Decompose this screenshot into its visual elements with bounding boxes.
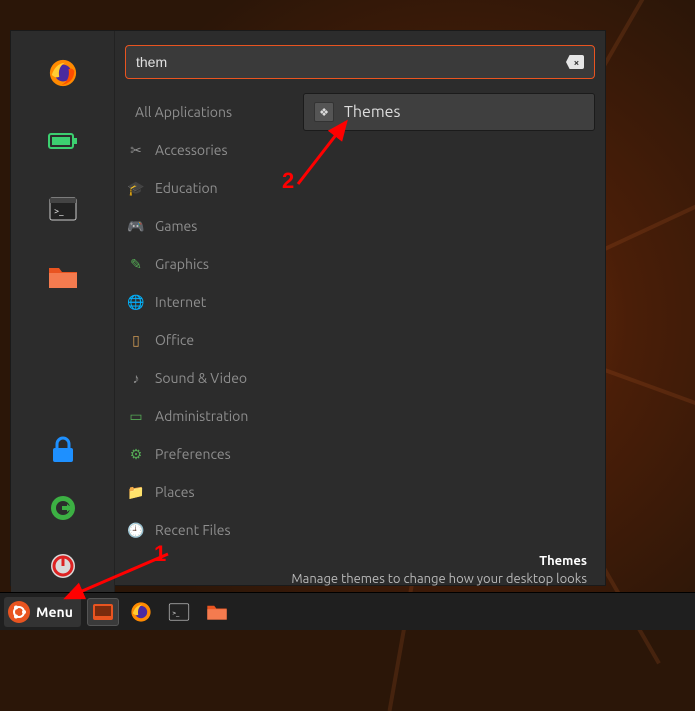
- category-label: Administration: [155, 408, 248, 424]
- taskbar: Menu >_: [0, 592, 695, 630]
- brush-icon: ✎: [127, 255, 145, 273]
- gamepad-icon: 🎮: [127, 217, 145, 235]
- search-input-wrapper[interactable]: ×: [125, 45, 595, 79]
- annotation-number-1: 1: [154, 541, 166, 567]
- category-education[interactable]: 🎓 Education: [125, 169, 293, 207]
- ubuntu-logo-icon: [8, 601, 30, 623]
- category-label: Accessories: [155, 142, 228, 158]
- category-accessories[interactable]: ✂ Accessories: [125, 131, 293, 169]
- favorite-battery[interactable]: [41, 119, 85, 163]
- category-label: Games: [155, 218, 197, 234]
- education-icon: 🎓: [127, 179, 145, 197]
- category-label: Office: [155, 332, 194, 348]
- places-folder-icon: 📁: [127, 483, 145, 501]
- clear-search-button[interactable]: ×: [566, 55, 584, 69]
- folder-icon: [48, 264, 78, 290]
- result-themes[interactable]: ❖ Themes: [303, 93, 595, 131]
- result-label: Themes: [344, 103, 400, 121]
- favorite-files[interactable]: [41, 255, 85, 299]
- document-icon: ▯: [127, 331, 145, 349]
- category-label: Education: [155, 180, 218, 196]
- preferences-icon: ⚙: [127, 445, 145, 463]
- taskbar-firefox[interactable]: [125, 598, 157, 626]
- admin-icon: ▭: [127, 407, 145, 425]
- result-description: Themes Manage themes to change how your …: [125, 549, 595, 594]
- category-sound-video[interactable]: ♪ Sound & Video: [125, 359, 293, 397]
- taskbar-files[interactable]: [201, 598, 233, 626]
- menu-button[interactable]: Menu: [4, 597, 81, 627]
- firefox-icon: [48, 58, 78, 88]
- scissors-icon: ✂: [127, 141, 145, 159]
- category-administration[interactable]: ▭ Administration: [125, 397, 293, 435]
- power-icon: [49, 552, 77, 580]
- terminal-icon: >_: [168, 603, 190, 621]
- battery-icon: [48, 132, 78, 150]
- category-label: Graphics: [155, 256, 209, 272]
- music-note-icon: ♪: [127, 369, 145, 387]
- search-input[interactable]: [136, 54, 560, 70]
- svg-text:>_: >_: [54, 206, 64, 216]
- category-recent-files[interactable]: 🕘 Recent Files: [125, 511, 293, 549]
- category-label: Places: [155, 484, 195, 500]
- favorites-column: >_: [11, 31, 115, 602]
- description-text: Manage themes to change how your desktop…: [125, 571, 587, 589]
- terminal-icon: >_: [49, 197, 77, 221]
- category-all-applications[interactable]: All Applications: [125, 93, 293, 131]
- category-label: Recent Files: [155, 522, 231, 538]
- annotation-number-2: 2: [282, 168, 294, 194]
- themes-app-icon: ❖: [314, 102, 334, 122]
- logout-button[interactable]: [41, 486, 85, 530]
- category-label: All Applications: [135, 104, 232, 120]
- recent-icon: 🕘: [127, 521, 145, 539]
- desktop-icon: [92, 603, 114, 621]
- backspace-x-icon: ×: [574, 57, 580, 68]
- category-games[interactable]: 🎮 Games: [125, 207, 293, 245]
- lock-icon: [50, 436, 76, 464]
- category-internet[interactable]: 🌐 Internet: [125, 283, 293, 321]
- firefox-icon: [130, 601, 152, 623]
- globe-icon: 🌐: [127, 293, 145, 311]
- category-preferences[interactable]: ⚙ Preferences: [125, 435, 293, 473]
- taskbar-show-desktop[interactable]: [87, 598, 119, 626]
- taskbar-terminal[interactable]: >_: [163, 598, 195, 626]
- category-label: Internet: [155, 294, 206, 310]
- favorite-terminal[interactable]: >_: [41, 187, 85, 231]
- svg-text:>_: >_: [172, 610, 180, 617]
- category-office[interactable]: ▯ Office: [125, 321, 293, 359]
- logout-icon: [49, 494, 77, 522]
- favorite-firefox[interactable]: [41, 51, 85, 95]
- category-places[interactable]: 📁 Places: [125, 473, 293, 511]
- menu-button-label: Menu: [36, 604, 73, 620]
- power-button[interactable]: [41, 544, 85, 588]
- applications-menu: >_ ×: [10, 30, 606, 586]
- lock-screen-button[interactable]: [41, 428, 85, 472]
- category-label: Sound & Video: [155, 370, 247, 386]
- results-list: ❖ Themes: [293, 93, 595, 549]
- description-title: Themes: [125, 553, 587, 571]
- category-label: Preferences: [155, 446, 231, 462]
- folder-icon: [206, 603, 228, 621]
- categories-list: All Applications ✂ Accessories 🎓 Educati…: [125, 93, 293, 549]
- category-graphics[interactable]: ✎ Graphics: [125, 245, 293, 283]
